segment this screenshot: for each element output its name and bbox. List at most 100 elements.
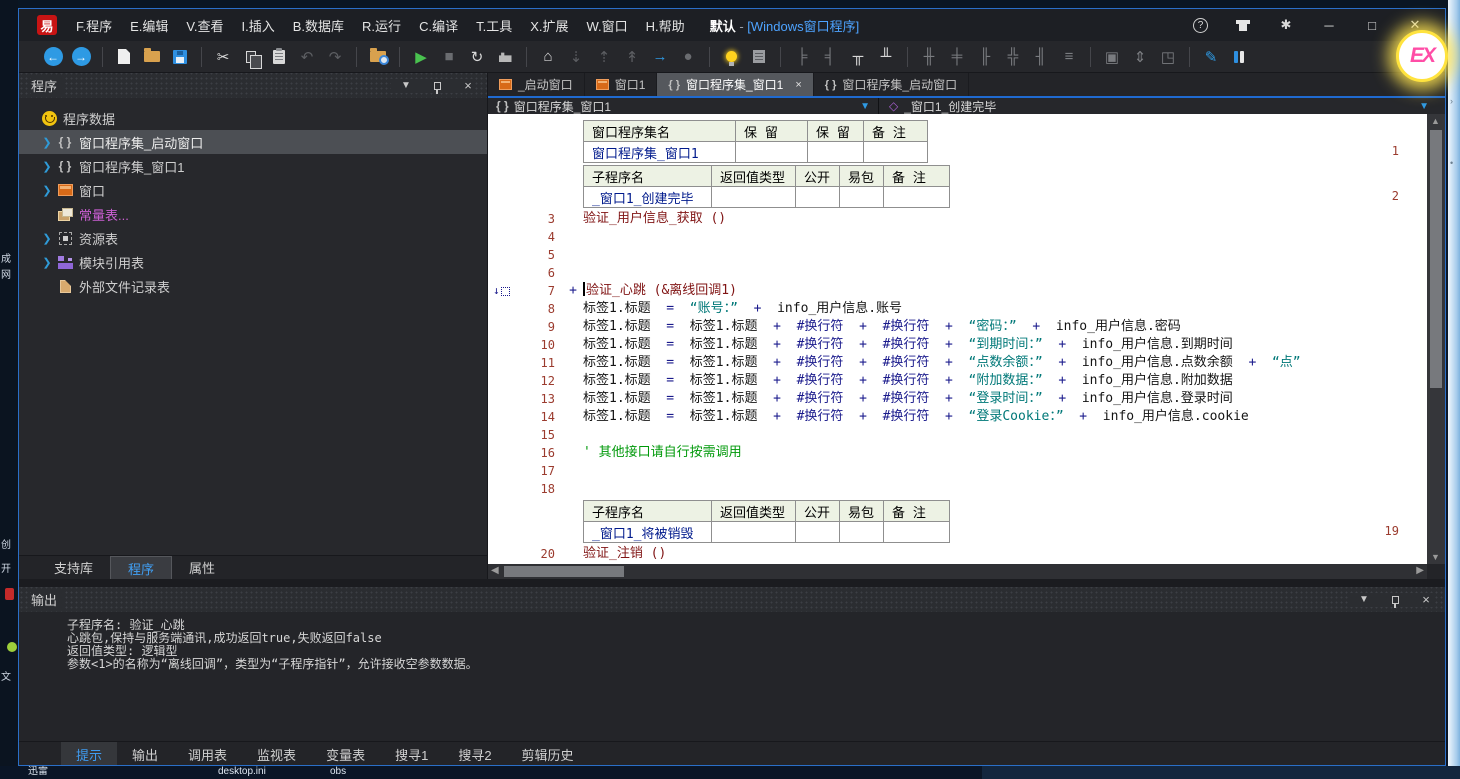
table-value-cell[interactable] — [884, 522, 950, 543]
scroll-right-arrow[interactable]: ▶ — [1416, 565, 1424, 576]
table-value-cell[interactable]: 窗口程序集_窗口1 — [584, 142, 736, 163]
fit-both-button[interactable]: ◳ — [1156, 45, 1180, 69]
expand-chevron-icon[interactable]: ❯ — [39, 160, 55, 173]
sidebar-item-常量表[interactable]: 常量表... — [19, 202, 487, 226]
same-width-button[interactable]: ╫ — [917, 45, 941, 69]
code-line[interactable]: 8标签1.标题 = “账号：” + info_用户信息.账号 — [488, 300, 1427, 318]
distribute-button[interactable]: ≡ — [1057, 45, 1081, 69]
editor-tab-窗口1[interactable]: 窗口1 — [585, 73, 658, 96]
compile-install-button[interactable] — [493, 45, 517, 69]
code-blank-line[interactable]: 17 — [488, 462, 1427, 480]
minimize-button[interactable]: ─ — [1321, 17, 1337, 33]
undo-button[interactable]: ↶ — [295, 45, 319, 69]
code-line[interactable]: 10标签1.标题 = 标签1.标题 + #换行符 + #换行符 + “到期时间：… — [488, 336, 1427, 354]
breadcrumb-member-select[interactable]: ◇ _窗口1_创建完毕 ▼ — [879, 98, 1445, 114]
sidebar-item-模块引用表[interactable]: ❯模块引用表 — [19, 250, 487, 274]
code-line[interactable]: 14标签1.标题 = 标签1.标题 + #换行符 + #换行符 + “登录Coo… — [488, 408, 1427, 426]
code-line[interactable]: 12标签1.标题 = 标签1.标题 + #换行符 + #换行符 + “附加数据：… — [488, 372, 1427, 390]
editor-tab-_启动窗口[interactable]: _启动窗口 — [488, 73, 585, 96]
menu-item-x[interactable]: X.扩展 — [521, 9, 577, 41]
format-brush-button[interactable]: ✎ — [1199, 45, 1223, 69]
sidebar-item-资源表[interactable]: ❯资源表 — [19, 226, 487, 250]
align-bottom-button[interactable]: ╨ — [874, 45, 898, 69]
menu-item-w[interactable]: W.窗口 — [578, 9, 637, 41]
scroll-down-arrow[interactable]: ▼ — [1431, 552, 1440, 562]
find-in-files-button[interactable] — [366, 45, 390, 69]
vertical-scrollbar[interactable]: ▲ ▼ — [1427, 114, 1445, 564]
expand-chevron-icon[interactable]: ❯ — [39, 256, 55, 269]
save-button[interactable] — [168, 45, 192, 69]
same-height-button[interactable]: ╟ — [973, 45, 997, 69]
editor-tab-窗口程序集_启动窗口[interactable]: { }窗口程序集_启动窗口 — [814, 73, 969, 96]
output-tab-搜寻1[interactable]: 搜寻1 — [380, 742, 443, 766]
expand-chevron-icon[interactable]: ❯ — [39, 136, 55, 149]
copy-button[interactable] — [239, 45, 263, 69]
redo-button[interactable]: ↷ — [323, 45, 347, 69]
theme-shirt-button[interactable] — [1235, 17, 1251, 33]
paste-button[interactable] — [267, 45, 291, 69]
new-program-button[interactable] — [112, 45, 136, 69]
menu-item-e[interactable]: E.编辑 — [121, 9, 177, 41]
code-blank-line[interactable]: 4 — [488, 228, 1427, 246]
center-horizontal-button[interactable]: ╪ — [945, 45, 969, 69]
home-button[interactable]: ⌂ — [536, 45, 560, 69]
panel-close-icon[interactable]: × — [1419, 593, 1433, 607]
panel-pin-icon[interactable] — [430, 79, 444, 93]
vertical-scroll-thumb[interactable] — [1430, 130, 1442, 388]
sidebar-item-程序数据[interactable]: 程序数据 — [19, 106, 487, 130]
table-value-cell[interactable] — [712, 187, 796, 208]
horizontal-scroll-thumb[interactable] — [504, 566, 624, 577]
close-tab-icon[interactable]: × — [795, 79, 801, 91]
fit-height-button[interactable]: ⇕ — [1128, 45, 1152, 69]
sidebar-item-外部文件记录表[interactable]: 外部文件记录表 — [19, 274, 487, 298]
goto-button[interactable]: → — [648, 45, 672, 69]
table-value-cell[interactable] — [736, 142, 808, 163]
code-blank-line[interactable]: 5 — [488, 246, 1427, 264]
output-tab-变量表[interactable]: 变量表 — [311, 742, 380, 766]
code-blank-line[interactable]: 18 — [488, 480, 1427, 498]
open-program-button[interactable] — [140, 45, 164, 69]
menu-item-c[interactable]: C.编译 — [410, 9, 467, 41]
menu-item-i[interactable]: I.插入 — [233, 9, 284, 41]
align-top-button[interactable]: ╥ — [846, 45, 870, 69]
breakpoint-button[interactable]: ● — [676, 45, 700, 69]
menu-item-h[interactable]: H.帮助 — [637, 9, 694, 41]
code-line[interactable]: 13标签1.标题 = 标签1.标题 + #换行符 + #换行符 + “登录时间：… — [488, 390, 1427, 408]
horizontal-scrollbar[interactable]: ◀ ▶ — [488, 564, 1427, 579]
step-out-button[interactable]: ↟ — [620, 45, 644, 69]
output-tab-搜寻2[interactable]: 搜寻2 — [443, 742, 506, 766]
output-tab-剪辑历史[interactable]: 剪辑历史 — [507, 742, 589, 766]
scroll-left-arrow[interactable]: ◀ — [491, 565, 499, 576]
align-right-button[interactable]: ╡ — [818, 45, 842, 69]
code-line[interactable]: 3验证_用户信息_获取 () — [488, 210, 1427, 228]
expand-chevron-icon[interactable]: ❯ — [39, 232, 55, 245]
table-value-cell[interactable] — [840, 187, 884, 208]
restart-button[interactable]: ↻ — [465, 45, 489, 69]
table-value-cell[interactable] — [884, 187, 950, 208]
editor-tab-窗口程序集_窗口1[interactable]: { }窗口程序集_窗口1× — [657, 73, 813, 96]
code-editor[interactable]: 1窗口程序集名保 留保 留备 注窗口程序集_窗口12子程序名返回值类型公开易包备… — [488, 114, 1427, 564]
nav-forward-button[interactable]: → — [69, 45, 93, 69]
space-evenly-button[interactable]: ╬ — [1001, 45, 1025, 69]
menu-item-b[interactable]: B.数据库 — [284, 9, 353, 41]
help-button[interactable]: ? — [1193, 18, 1208, 33]
panel-pin-icon[interactable] — [1388, 593, 1402, 607]
table-value-cell[interactable] — [864, 142, 928, 163]
output-tab-提示[interactable]: 提示 — [61, 742, 117, 766]
menu-item-v[interactable]: V.查看 — [177, 9, 232, 41]
panel-dropdown-icon[interactable]: ▼ — [399, 79, 413, 93]
panel-splitter[interactable] — [19, 579, 1445, 587]
cut-button[interactable]: ✂ — [211, 45, 235, 69]
run-button[interactable]: ▶ — [409, 45, 433, 69]
code-blank-line[interactable]: 6 — [488, 264, 1427, 282]
stop-button[interactable]: ■ — [437, 45, 461, 69]
breadcrumb-scope-select[interactable]: { } 窗口程序集_窗口1 ▼ — [488, 98, 878, 114]
output-tab-输出[interactable]: 输出 — [117, 742, 173, 766]
code-line[interactable]: 20验证_注销 () — [488, 545, 1427, 563]
code-blank-line[interactable]: 15 — [488, 426, 1427, 444]
align-left-button[interactable]: ╞ — [790, 45, 814, 69]
panel-close-icon[interactable]: × — [461, 79, 475, 93]
table-value-cell[interactable] — [840, 522, 884, 543]
table-value-cell[interactable]: _窗口1_创建完毕 — [584, 187, 712, 208]
table-value-cell[interactable] — [796, 187, 840, 208]
